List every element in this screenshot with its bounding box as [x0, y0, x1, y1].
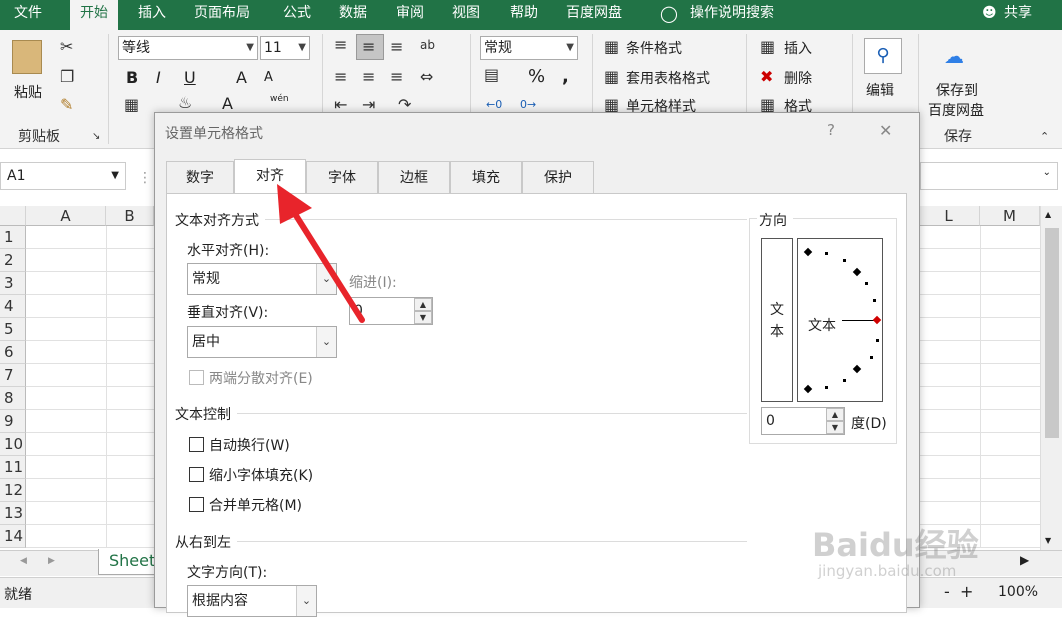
annotation-arrow — [277, 184, 365, 323]
watermark-sub: jingyan.baidu.com — [818, 562, 957, 580]
watermark: Baidu经验 — [812, 526, 979, 564]
